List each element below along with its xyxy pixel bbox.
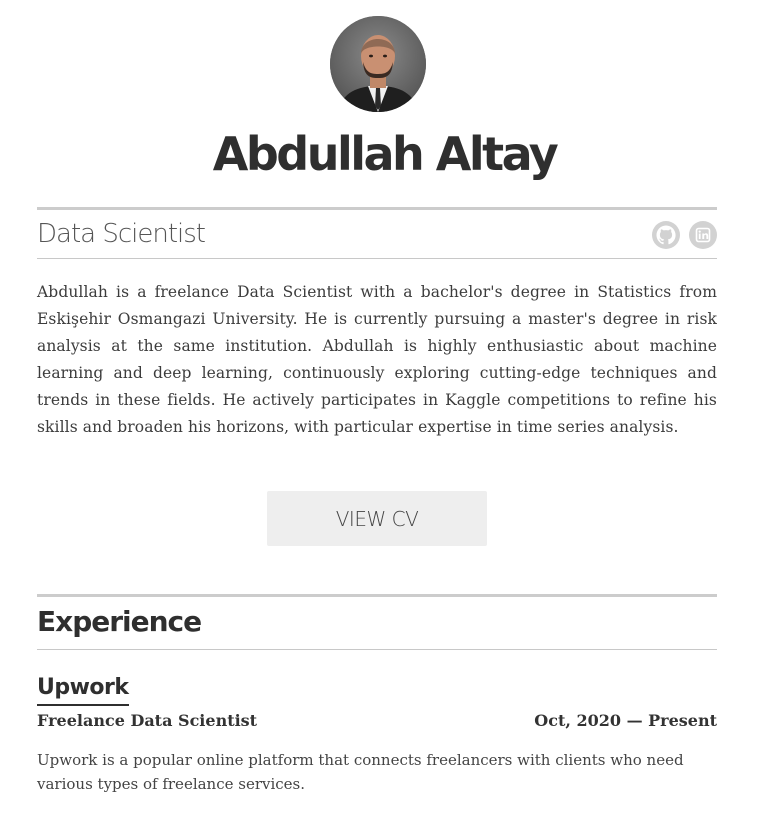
avatar-photo: [330, 16, 426, 112]
profile-role: Data Scientist: [37, 219, 206, 249]
profile-page: Abdullah Altay Data Scientist Abdullah i…: [0, 0, 769, 815]
header-divider-bottom: [37, 258, 717, 259]
linkedin-link[interactable]: [689, 221, 717, 249]
view-cv-button[interactable]: VIEW CV: [267, 491, 487, 546]
header-divider-top: [37, 207, 717, 210]
job-title: Freelance Data Scientist: [37, 711, 258, 730]
linkedin-icon: [695, 227, 711, 243]
company-link[interactable]: Upwork: [37, 673, 129, 706]
profile-bio: Abdullah is a freelance Data Scientist w…: [37, 283, 717, 436]
github-icon: [656, 225, 676, 245]
github-link[interactable]: [652, 221, 680, 249]
experience-heading: Experience: [37, 605, 202, 638]
job-dates: Oct, 2020 — Present: [534, 711, 717, 730]
experience-divider-top: [37, 594, 717, 597]
job-description: Upwork is a popular online platform that…: [37, 751, 684, 793]
experience-divider-bottom: [37, 649, 717, 650]
profile-name: Abdullah Altay: [212, 127, 559, 181]
avatar: [330, 16, 426, 112]
